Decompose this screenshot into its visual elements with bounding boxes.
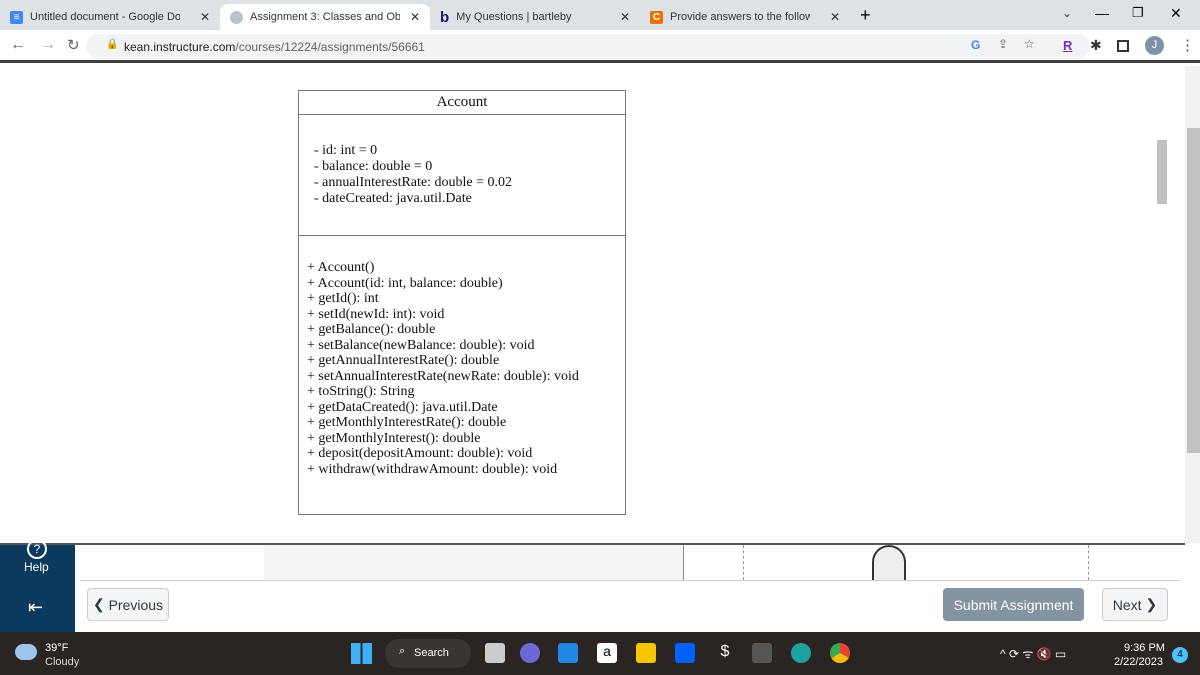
lock-icon: 🔒 — [106, 39, 119, 50]
task-view-icon[interactable] — [485, 643, 505, 663]
side-panel-icon[interactable] — [1117, 40, 1129, 52]
canvas-sidebar: ? Help ⇤ — [0, 539, 75, 632]
app-icon[interactable]: $ — [715, 643, 735, 663]
uml-class-diagram: Account - id: int = 0 - balance: double … — [298, 90, 626, 515]
operation: + setBalance(newBalance: double): void — [307, 337, 535, 353]
collapse-sidebar-icon[interactable]: ⇤ — [28, 597, 43, 618]
divider — [80, 580, 1180, 581]
profile-avatar[interactable]: J — [1145, 36, 1164, 55]
dropbox-icon[interactable] — [675, 643, 695, 663]
tray-icons[interactable]: ^ ⟳ ᯤ 🔇 ▭ — [1000, 645, 1066, 662]
extensions-puzzle-icon[interactable]: ✱ — [1090, 37, 1102, 54]
operation: + toString(): String — [307, 384, 415, 399]
close-tab-icon[interactable]: ✕ — [410, 10, 420, 24]
weather-cloud-icon — [15, 644, 37, 660]
tab-google-docs[interactable]: ≡ Untitled document - Google Doc ✕ — [0, 4, 220, 30]
divider — [743, 545, 744, 580]
operation: + withdraw(withdrawAmount: double): void — [307, 461, 558, 477]
restore-button[interactable]: ❐ — [1132, 5, 1144, 21]
operation: + setId(newId: int): void — [307, 306, 445, 322]
bookmark-star-icon[interactable]: ☆ — [1024, 37, 1035, 51]
reload-icon[interactable]: ↻ — [67, 36, 80, 54]
diagram-shape — [872, 545, 906, 580]
previous-button[interactable]: ❮ Previous — [87, 588, 169, 621]
close-tab-icon[interactable]: ✕ — [200, 10, 210, 24]
attribute: - dateCreated: java.util.Date — [314, 191, 472, 206]
weather-text[interactable]: Cloudy — [45, 656, 79, 668]
operation: + Account(id: int, balance: double) — [307, 275, 503, 291]
menu-icon[interactable]: ⋮ — [1180, 36, 1195, 54]
class-name: Account — [299, 91, 625, 115]
operation: + deposit(depositAmount: double): void — [307, 446, 533, 461]
snipping-tool-icon[interactable] — [752, 643, 772, 663]
viewer-scrollbar-thumb[interactable] — [1157, 140, 1167, 204]
chegg-icon: C — [650, 10, 663, 24]
address-bar-area: ← → ↻ 🔒 kean.instructure.com/courses/1222… — [0, 30, 1200, 63]
amazon-icon[interactable]: a — [597, 643, 617, 663]
close-tab-icon[interactable]: ✕ — [620, 10, 630, 24]
operations-section: + Account() + Account(id: int, balance: d… — [299, 236, 625, 477]
operation: + getBalance(): double — [307, 322, 436, 337]
tab-chegg[interactable]: CProvide answers to the following✕ — [640, 4, 850, 30]
chrome-icon[interactable] — [830, 643, 850, 663]
mail-icon[interactable] — [558, 643, 578, 663]
tab-assignment[interactable]: Assignment 3: Classes and Objec ✕ — [220, 4, 430, 30]
operation: + getDataCreated(): java.util.Date — [307, 399, 498, 415]
file-explorer-icon[interactable] — [636, 643, 656, 663]
forward-icon[interactable]: → — [40, 36, 56, 54]
share-icon[interactable]: ⇪ — [998, 37, 1008, 51]
attribute: - annualInterestRate: double = 0.02 — [314, 175, 513, 190]
google-docs-icon: ≡ — [10, 10, 23, 24]
operation: + Account() — [307, 260, 375, 275]
temperature[interactable]: 39°F — [45, 642, 68, 654]
url-input[interactable]: 🔒 kean.instructure.com/courses/12224/assi… — [86, 34, 1090, 59]
canvas-icon — [230, 10, 243, 24]
attribute: - id: int = 0 — [314, 143, 378, 158]
help-link[interactable]: Help — [24, 560, 49, 574]
clock-time[interactable]: 9:36 PM — [1124, 642, 1165, 654]
attributes-section: - id: int = 0 - balance: double = 0 - an… — [299, 115, 625, 236]
operation: + getMonthlyInterestRate(): double — [307, 415, 507, 430]
new-tab-button[interactable]: + — [860, 5, 871, 26]
operation: + setAnnualInterestRate(newRate: double)… — [307, 368, 579, 384]
notification-badge[interactable]: 4 — [1172, 647, 1188, 663]
operation: + getMonthlyInterest(): double — [307, 430, 481, 446]
taskbar-search[interactable]: ⌕ Search — [385, 639, 471, 668]
help-icon[interactable]: ? — [27, 539, 47, 559]
close-window-button[interactable]: ✕ — [1170, 5, 1182, 22]
next-button[interactable]: Next ❯ — [1102, 588, 1168, 621]
tab-search-icon[interactable]: ⌄ — [1062, 6, 1072, 20]
back-icon[interactable]: ← — [10, 36, 26, 54]
operation: + getAnnualInterestRate(): double — [307, 353, 500, 368]
minimize-button[interactable]: — — [1095, 5, 1109, 21]
windows-start-icon[interactable] — [351, 643, 372, 664]
content-preview — [264, 545, 684, 580]
google-icon[interactable]: G — [971, 38, 980, 52]
extension-r-icon[interactable]: R — [1063, 38, 1072, 53]
bartleby-icon: b — [440, 8, 450, 26]
tab-bar: ≡ Untitled document - Google Doc ✕ Assignm… — [0, 0, 1200, 30]
attribute: - balance: double = 0 — [314, 159, 433, 174]
operation: + getId(): int — [307, 291, 379, 306]
divider — [1088, 545, 1089, 580]
close-tab-icon[interactable]: ✕ — [830, 10, 840, 24]
taskbar: 39°F Cloudy ⌕ Search a $ ^ ⟳ ᯤ 🔇 ▭ 9:36 P… — [0, 632, 1200, 675]
tab-bartleby[interactable]: b My Questions | bartleby ✕ — [430, 4, 640, 30]
search-icon: ⌕ — [399, 645, 406, 657]
submit-assignment-button[interactable]: Submit Assignment — [943, 588, 1084, 621]
teams-icon[interactable] — [520, 643, 540, 663]
page-scrollbar-thumb[interactable] — [1187, 128, 1200, 453]
clock-date[interactable]: 2/22/2023 — [1114, 656, 1163, 668]
edge-icon[interactable] — [791, 643, 811, 663]
